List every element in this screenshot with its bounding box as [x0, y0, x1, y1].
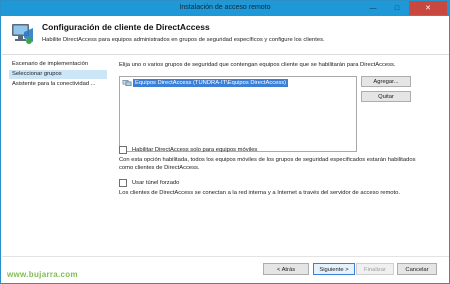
group-icon [122, 80, 132, 86]
intro-text: Elija uno o varios grupos de seguridad q… [119, 62, 396, 68]
step-escenario[interactable]: Escenario de implementación [9, 60, 107, 69]
groups-listbox[interactable]: Equipos DirectAccess (TUNDRA-IT\Equipos … [119, 76, 357, 152]
back-button[interactable]: < Atrás [263, 263, 309, 275]
step-asistente-conectividad[interactable]: Asistente para la conectividad ... [9, 80, 107, 89]
mobile-only-checkbox[interactable] [119, 146, 127, 154]
mobile-only-option[interactable]: Habilitar DirectAccess solo para equipos… [119, 146, 257, 154]
group-name: Equipos DirectAccess (TUNDRA-IT\Equipos … [133, 79, 289, 87]
minimize-button[interactable]: — [361, 1, 385, 15]
page-title: Configuración de cliente de DirectAccess [42, 22, 210, 32]
footer-divider [2, 256, 449, 257]
page-subtitle: Habilite DirectAccess para equipos admin… [42, 37, 325, 43]
wizard-header: Configuración de cliente de DirectAccess… [2, 16, 449, 55]
window-controls: — □ ✕ [361, 1, 447, 15]
force-tunnel-checkbox[interactable] [119, 179, 127, 187]
force-tunnel-label: Usar túnel forzado [132, 180, 180, 186]
force-tunnel-option[interactable]: Usar túnel forzado [119, 179, 179, 187]
wizard-window: Instalación de acceso remoto — □ ✕ Confi… [0, 0, 450, 284]
cancel-button[interactable]: Cancelar [397, 263, 437, 275]
mobile-only-description: Con esta opción habilitada, todos los eq… [119, 157, 416, 171]
title-bar[interactable]: Instalación de acceso remoto — □ ✕ [1, 1, 449, 16]
list-item[interactable]: Equipos DirectAccess (TUNDRA-IT\Equipos … [122, 79, 289, 87]
next-button[interactable]: Siguiente > [313, 263, 355, 275]
finish-button[interactable]: Finalizar [356, 263, 394, 275]
watermark: www.bujarra.com [7, 270, 78, 279]
add-button[interactable]: Agregar... [361, 76, 411, 87]
maximize-button[interactable]: □ [385, 1, 409, 15]
step-seleccionar-grupos[interactable]: Seleccionar grupos [9, 70, 107, 79]
mobile-only-label: Habilitar DirectAccess solo para equipos… [132, 147, 258, 153]
wizard-steps: Escenario de implementación Seleccionar … [2, 55, 108, 255]
remove-button[interactable]: Quitar [361, 91, 411, 102]
close-button[interactable]: ✕ [409, 1, 447, 15]
computer-network-icon [12, 24, 33, 44]
force-tunnel-description: Los clientes de DirectAccess se conectan… [119, 190, 400, 196]
